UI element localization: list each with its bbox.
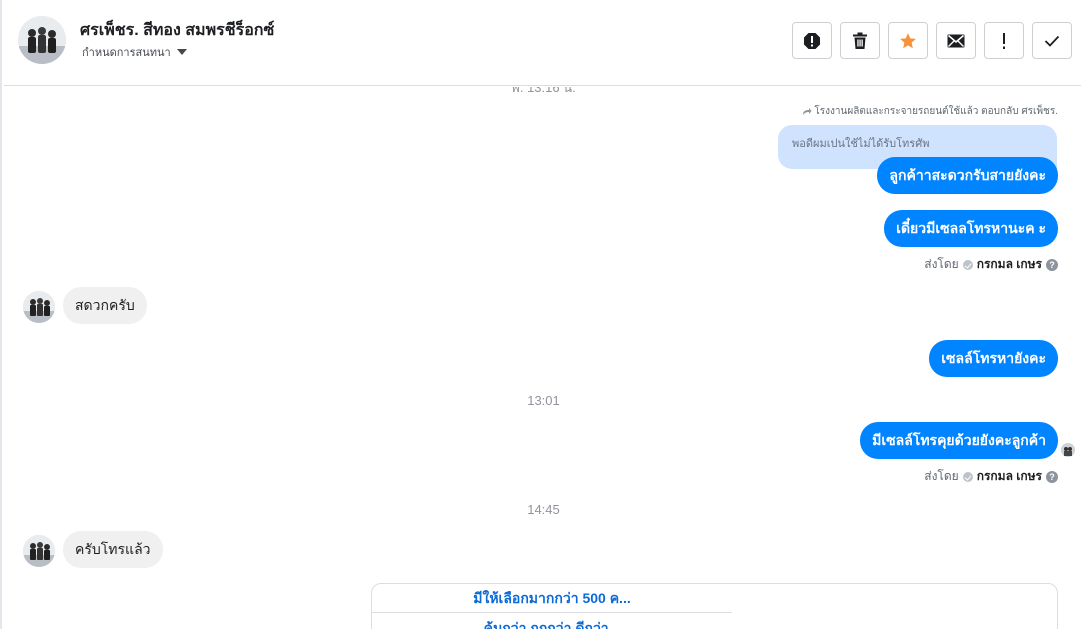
conversation-panel: ศรเพ็ชร. สีทอง สมพรชีร็อกซ์ กำหนดการสนทน… <box>0 0 1081 629</box>
verified-icon <box>962 471 973 482</box>
verified-icon <box>962 259 973 270</box>
incoming-message[interactable]: สดวกครับ <box>63 287 147 324</box>
sent-by-prefix: ส่งโดย <box>924 257 959 271</box>
reply-note-text: โรงงานผลิตและกระจายรถยนต์ใช้แล้ว ตอบกลับ… <box>814 106 1058 117</box>
sent-by-name[interactable]: กรกมล เกษร <box>977 467 1042 486</box>
sent-by-name[interactable]: กรกมล เกษร <box>977 255 1042 274</box>
contact-avatar-small[interactable] <box>23 535 55 567</box>
message-thread[interactable]: พ. 13:16 น. โรงงานผลิตและกระจายรถยนต์ใช้… <box>4 87 1081 629</box>
spam-icon <box>804 32 820 49</box>
contact-name: ศรเพ็ชร. สีทอง สมพรชีร็อกซ์ <box>80 22 275 39</box>
reply-arrow-icon <box>803 108 812 115</box>
contact-avatar-small[interactable] <box>23 291 55 323</box>
sent-by-prefix: ส่งโดย <box>924 469 959 483</box>
mark-spam-button[interactable] <box>792 22 832 59</box>
delete-button[interactable] <box>840 22 880 59</box>
check-icon <box>1044 35 1060 47</box>
card-button-1[interactable]: มีให้เลือกมากกว่า 500 ค... <box>372 584 732 613</box>
star-button[interactable] <box>888 22 928 59</box>
trash-icon <box>853 32 867 49</box>
star-icon <box>900 32 916 48</box>
mark-unread-button[interactable] <box>936 22 976 59</box>
seen-avatar <box>1061 443 1075 457</box>
timestamp-divider: พ. 13:16 น. <box>511 87 576 95</box>
timestamp-divider: 13:01 <box>527 393 560 408</box>
help-icon[interactable]: ? <box>1046 470 1058 483</box>
reply-note: โรงงานผลิตและกระจายรถยนต์ใช้แล้ว ตอบกลับ… <box>802 104 1058 119</box>
incoming-message[interactable]: ครับโทรแล้ว <box>63 531 163 568</box>
outgoing-message[interactable]: เดี๋ยวมีเซลลโทรหานะค ะ <box>884 210 1058 247</box>
follow-up-button[interactable] <box>984 22 1024 59</box>
envelope-icon <box>947 34 965 47</box>
template-card: มีให้เลือกมากกว่า 500 ค... คุ้มกว่า ถูกก… <box>371 583 1058 629</box>
caret-down-icon <box>176 49 187 55</box>
timestamp-divider: 14:45 <box>527 502 560 517</box>
assign-conversation-dropdown[interactable]: กำหนดการสนทนา <box>82 43 187 61</box>
assign-label: กำหนดการสนทนา <box>82 47 171 59</box>
header-toolbar <box>792 22 1072 59</box>
exclamation-icon <box>1003 32 1005 49</box>
card-button-2[interactable]: คุ้มกว่า ถูกกว่า ดีกว่า... <box>372 614 732 629</box>
outgoing-message[interactable]: เซลล์โทรหายังคะ <box>929 340 1058 377</box>
sent-by-label: ส่งโดย กรกมล เกษร ? <box>924 255 1058 274</box>
outgoing-message[interactable]: มีเซลล์โทรคุยด้วยยังคะลูกค้า <box>860 422 1058 459</box>
mark-done-button[interactable] <box>1032 22 1072 59</box>
conversation-header: ศรเพ็ชร. สีทอง สมพรชีร็อกซ์ กำหนดการสนทน… <box>4 0 1081 86</box>
outgoing-message[interactable]: ลูกค้าาสะดวกรับสายยังคะ <box>877 157 1058 194</box>
contact-avatar[interactable] <box>18 16 66 64</box>
sent-by-label: ส่งโดย กรกมล เกษร ? <box>924 467 1058 486</box>
help-icon[interactable]: ? <box>1046 258 1058 271</box>
